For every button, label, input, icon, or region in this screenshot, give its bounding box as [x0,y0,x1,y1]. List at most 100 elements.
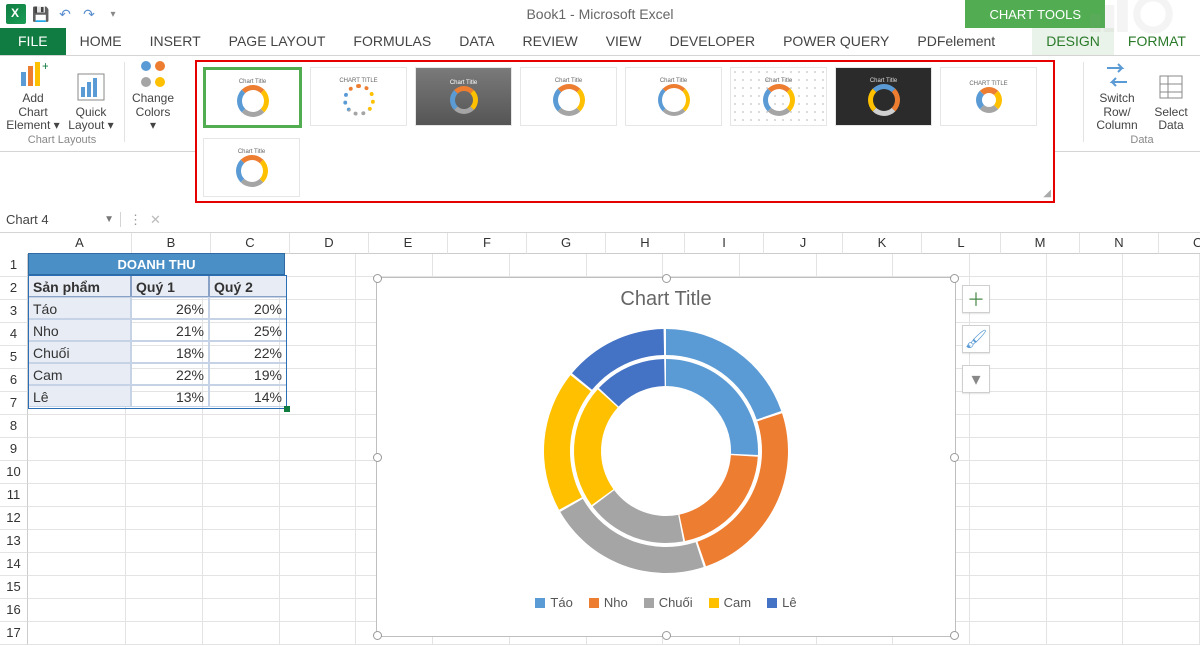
row-header[interactable]: 4 [0,323,28,346]
chart-style-6[interactable]: Chart Title [730,67,827,126]
add-chart-element-button[interactable]: + Add Chart Element ▾ [6,60,60,132]
column-header[interactable]: K [843,233,922,254]
table-cell[interactable]: Lê [28,385,131,407]
table-cell[interactable]: 21% [131,319,209,341]
row-header[interactable]: 17 [0,622,28,645]
row-header[interactable]: 8 [0,415,28,438]
tab-developer[interactable]: DEVELOPER [655,28,769,55]
row-header[interactable]: 7 [0,392,28,415]
embedded-chart[interactable]: Chart Title TáoNhoChuốiCamLê [376,277,956,637]
undo-icon[interactable]: ↶ [56,5,74,23]
tab-review[interactable]: REVIEW [508,28,591,55]
row-header[interactable]: 14 [0,553,28,576]
row-header[interactable]: 13 [0,530,28,553]
column-header[interactable]: H [606,233,685,254]
chart-elements-button[interactable]: ＋ [962,285,990,313]
chart-style-7[interactable]: Chart Title [835,67,932,126]
column-header[interactable]: G [527,233,606,254]
table-cell[interactable]: 25% [209,319,287,341]
column-header[interactable]: J [764,233,843,254]
column-header[interactable]: D [290,233,369,254]
row-header[interactable]: 11 [0,484,28,507]
table-cell[interactable]: Cam [28,363,131,385]
tab-formulas[interactable]: FORMULAS [339,28,445,55]
table-cell[interactable]: 14% [209,385,287,407]
chart-style-1[interactable]: Chart Title [203,67,302,128]
legend-item[interactable]: Nho [589,595,628,610]
row-header[interactable]: 3 [0,300,28,323]
table-cell[interactable]: 26% [131,297,209,319]
column-header[interactable]: E [369,233,448,254]
chart-legend[interactable]: Táo Nho Chuối Cam Lê [377,591,955,610]
tab-home[interactable]: HOME [66,28,136,55]
table-cell[interactable]: Chuối [28,341,131,363]
table-cell[interactable]: 22% [209,341,287,363]
tab-pdfelement[interactable]: PDFelement [903,28,1009,55]
redo-icon[interactable]: ↷ [80,5,98,23]
legend-item[interactable]: Cam [709,595,751,610]
table-cell[interactable]: 13% [131,385,209,407]
chart-style-9[interactable]: Chart Title [203,138,300,197]
row-header[interactable]: 5 [0,346,28,369]
chevron-down-icon[interactable]: ▼ [104,214,114,225]
chart-filters-button[interactable]: ▾ [962,365,990,393]
row-header[interactable]: 1 [0,254,28,277]
row-header[interactable]: 9 [0,438,28,461]
table-header-cell[interactable]: Sản phẩm [28,275,131,297]
group-chart-layouts-label: Chart Layouts [28,134,96,151]
chart-styles-gallery[interactable]: Chart Title CHART TITLE Chart Title Char… [195,60,1055,203]
column-header[interactable]: L [922,233,1001,254]
chart-style-8[interactable]: CHART TITLE [940,67,1037,126]
tab-power-query[interactable]: POWER QUERY [769,28,903,55]
table-cell[interactable]: Nho [28,319,131,341]
qat-customize-icon[interactable]: ▾ [104,5,122,23]
table-cell[interactable]: 18% [131,341,209,363]
table-header-cell[interactable]: Quý 2 [209,275,287,297]
column-header[interactable]: M [1001,233,1080,254]
chart-style-2[interactable]: CHART TITLE [310,67,407,126]
chart-style-3[interactable]: Chart Title [415,67,512,126]
column-header[interactable]: I [685,233,764,254]
legend-item[interactable]: Lê [767,595,796,610]
select-data-button[interactable]: Select Data [1148,60,1194,132]
column-header[interactable]: B [132,233,211,254]
tab-file[interactable]: FILE [0,28,66,55]
save-icon[interactable]: 💾 [32,5,50,23]
column-header[interactable]: O [1159,233,1200,254]
gallery-resize-grip-icon[interactable]: ◢ [1043,188,1051,199]
table-cell[interactable]: Táo [28,297,131,319]
chart-styles-button[interactable]: 🖌 [962,325,990,353]
table-header-cell[interactable]: Quý 1 [131,275,209,297]
row-header[interactable]: 6 [0,369,28,392]
quick-layout-button[interactable]: Quick Layout ▾ [64,60,118,132]
column-header[interactable]: A [28,233,132,254]
chart-style-4[interactable]: Chart Title [520,67,617,126]
row-headers[interactable]: 1234567891011121314151617 [0,254,28,645]
row-header[interactable]: 16 [0,599,28,622]
table-cell[interactable]: 19% [209,363,287,385]
chart-style-5[interactable]: Chart Title [625,67,722,126]
row-header[interactable]: 15 [0,576,28,599]
tab-insert[interactable]: INSERT [136,28,215,55]
group-data: Switch Row/ Column Select Data Data [1084,56,1200,155]
switch-row-column-button[interactable]: Switch Row/ Column [1090,60,1144,132]
worksheet[interactable]: ABCDEFGHIJKLMNO 123456789101112131415161… [0,233,1200,646]
tab-page-layout[interactable]: PAGE LAYOUT [215,28,340,55]
change-colors-button[interactable]: Change Colors ▾ [131,60,175,132]
row-header[interactable]: 2 [0,277,28,300]
formula-input[interactable]: ⋮✕ [121,212,1200,228]
table-cell[interactable]: 22% [131,363,209,385]
row-header[interactable]: 12 [0,507,28,530]
column-headers[interactable]: ABCDEFGHIJKLMNO [28,233,1200,254]
legend-item[interactable]: Chuối [644,595,693,610]
table-cell[interactable]: 20% [209,297,287,319]
column-header[interactable]: C [211,233,290,254]
name-box[interactable]: Chart 4 ▼ [0,212,121,227]
chart-plot-area[interactable] [377,311,955,591]
column-header[interactable]: F [448,233,527,254]
column-header[interactable]: N [1080,233,1159,254]
row-header[interactable]: 10 [0,461,28,484]
tab-data[interactable]: DATA [445,28,508,55]
legend-item[interactable]: Táo [535,595,572,610]
tab-view[interactable]: VIEW [592,28,656,55]
